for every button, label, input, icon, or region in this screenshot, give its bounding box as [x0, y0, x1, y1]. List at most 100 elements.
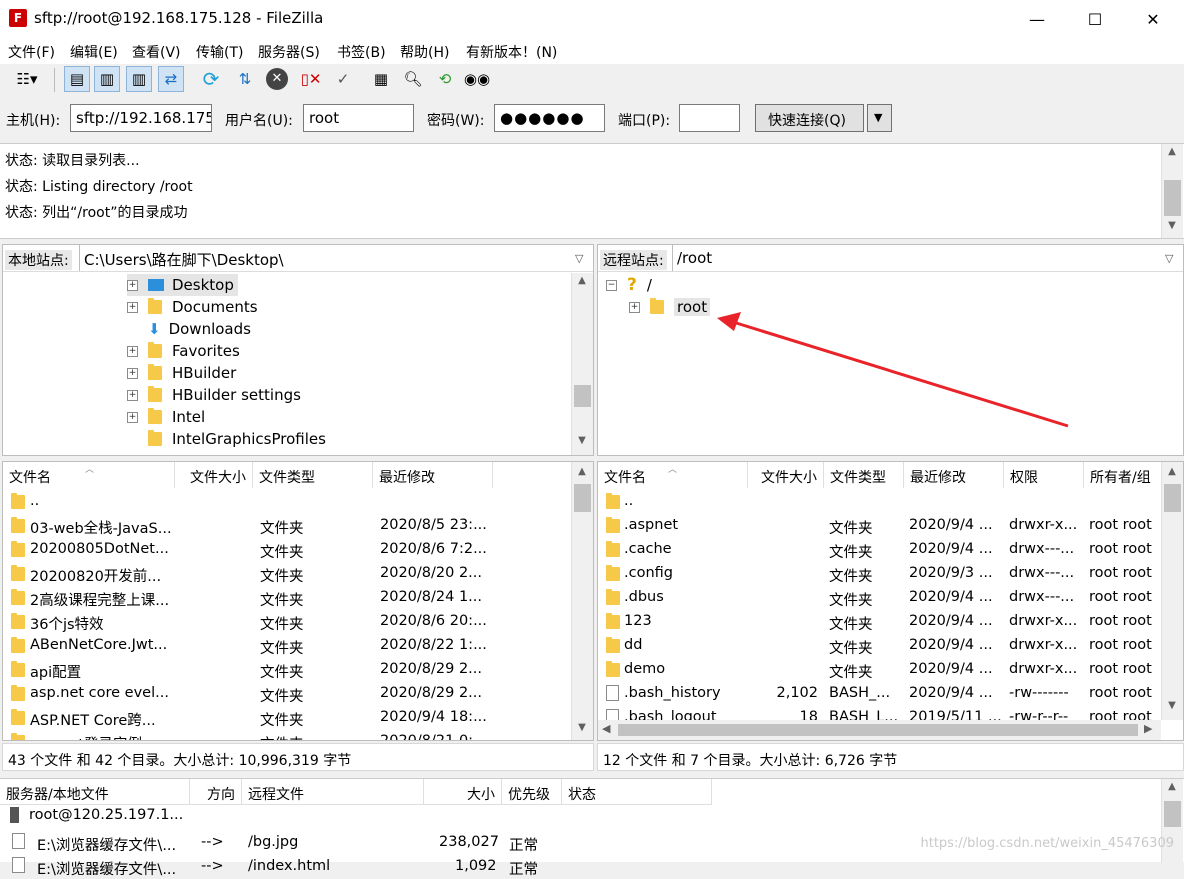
- local-list-scrollbar[interactable]: ▲ ▼: [571, 462, 593, 740]
- table-row[interactable]: api配置 文件夹 2020/8/29 2...: [3, 658, 569, 682]
- menu-view[interactable]: 查看(V): [132, 42, 181, 62]
- remote-list-scrollbar[interactable]: ▲ ▼: [1161, 462, 1183, 720]
- toggle-local-tree-icon[interactable]: ▥: [94, 66, 120, 92]
- scroll-up-icon[interactable]: ▲: [1162, 146, 1182, 164]
- remote-path-dropdown-icon[interactable]: ▽: [1165, 252, 1173, 265]
- table-row[interactable]: 20200820开发前... 文件夹 2020/8/20 2...: [3, 562, 569, 586]
- table-row[interactable]: 2高级课程完整上课... 文件夹 2020/8/24 1...: [3, 586, 569, 610]
- tree-item-root-dir[interactable]: −? /: [606, 274, 652, 296]
- refresh-icon[interactable]: ⟳: [198, 66, 224, 92]
- table-row[interactable]: dd 文件夹 2020/9/4 ... drwxr-x... root root: [598, 634, 1160, 658]
- col-header-priority[interactable]: 优先级: [502, 779, 562, 805]
- col-header-type[interactable]: 文件类型: [253, 462, 373, 488]
- scroll-down-icon[interactable]: ▼: [1162, 220, 1182, 238]
- col-header-type[interactable]: 文件类型: [824, 462, 904, 488]
- toggle-log-icon[interactable]: ▤: [64, 66, 90, 92]
- tree-item-intel[interactable]: + Intel: [127, 406, 205, 428]
- table-row[interactable]: .config 文件夹 2020/9/3 ... drwx---... root roo…: [598, 562, 1160, 586]
- site-manager-icon[interactable]: ☷▾: [6, 66, 48, 92]
- process-queue-icon[interactable]: ⇅: [232, 66, 258, 92]
- col-header-size[interactable]: 文件大小: [175, 462, 253, 488]
- table-row[interactable]: asp.net登录实例 文件夹 2020/8/21 0:...: [3, 730, 569, 740]
- log-scrollbar[interactable]: ▲ ▼: [1161, 144, 1183, 238]
- col-header-queue-size[interactable]: 大小: [424, 779, 502, 805]
- menu-help[interactable]: 帮助(H): [400, 42, 449, 62]
- tree-item-root[interactable]: + root: [629, 296, 711, 318]
- col-header-permissions[interactable]: 权限: [1004, 462, 1084, 488]
- scroll-up-icon[interactable]: ▲: [1162, 781, 1182, 799]
- scroll-down-icon[interactable]: ▼: [572, 435, 592, 453]
- port-input[interactable]: [679, 104, 740, 132]
- scroll-right-icon[interactable]: ▶: [1144, 722, 1152, 735]
- scroll-down-icon[interactable]: ▼: [572, 722, 592, 740]
- binoculars-icon[interactable]: ◉◉: [464, 66, 490, 92]
- toggle-queue-icon[interactable]: ⇄: [158, 66, 184, 92]
- disconnect-icon[interactable]: ▯✕: [298, 66, 324, 92]
- col-header-modified[interactable]: 最近修改: [373, 462, 493, 488]
- col-header-server-local[interactable]: 服务器/本地文件: [0, 779, 190, 805]
- table-row[interactable]: 20200805DotNet... 文件夹 2020/8/6 7:2...: [3, 538, 569, 562]
- menu-file[interactable]: 文件(F): [8, 42, 55, 62]
- table-row[interactable]: 36个js特效 文件夹 2020/8/6 20:...: [3, 610, 569, 634]
- remote-path-input[interactable]: /root: [672, 245, 1183, 271]
- menu-edit[interactable]: 编辑(E): [70, 42, 118, 62]
- local-tree-scrollbar[interactable]: ▲ ▼: [571, 273, 593, 455]
- tree-item-intelgraphicsprofiles[interactable]: IntelGraphicsProfiles: [148, 428, 326, 450]
- table-row[interactable]: demo 文件夹 2020/9/4 ... drwxr-x... root root: [598, 658, 1160, 682]
- tree-item-favorites[interactable]: + Favorites: [127, 340, 240, 362]
- minimize-button[interactable]: —: [1008, 0, 1066, 38]
- col-header-direction[interactable]: 方向: [190, 779, 242, 805]
- tree-item-downloads[interactable]: ⬇ Downloads: [148, 318, 251, 340]
- tree-item-documents[interactable]: + Documents: [127, 296, 258, 318]
- host-input[interactable]: sftp://192.168.175: [70, 104, 212, 132]
- scroll-up-icon[interactable]: ▲: [1162, 466, 1182, 484]
- table-row[interactable]: .cache 文件夹 2020/9/4 ... drwx---... root root: [598, 538, 1160, 562]
- col-header-modified[interactable]: 最近修改: [904, 462, 1004, 488]
- table-row[interactable]: 123 文件夹 2020/9/4 ... drwxr-x... root root: [598, 610, 1160, 634]
- table-row[interactable]: asp.net core evel... 文件夹 2020/8/29 2...: [3, 682, 569, 706]
- menu-bookmarks[interactable]: 书签(B): [337, 42, 386, 62]
- col-header-owner[interactable]: 所有者/组: [1084, 462, 1164, 488]
- menu-transfer[interactable]: 传输(T): [196, 42, 243, 62]
- scroll-thumb[interactable]: [1164, 484, 1181, 512]
- menu-new-version[interactable]: 有新版本！(N): [466, 42, 557, 62]
- cancel-icon[interactable]: ✕: [264, 66, 290, 92]
- quickconnect-dropdown-icon[interactable]: ▼: [867, 104, 892, 132]
- menu-server[interactable]: 服务器(S): [258, 42, 320, 62]
- local-path-dropdown-icon[interactable]: ▽: [575, 252, 583, 265]
- scroll-thumb[interactable]: [1164, 801, 1181, 827]
- queue-row[interactable]: E:\浏览器缓存文件\... --> /index.html 1,092 正常: [0, 855, 1160, 879]
- scroll-left-icon[interactable]: ◀: [602, 722, 610, 735]
- table-row[interactable]: ASP.NET Core跨... 文件夹 2020/9/4 18:...: [3, 706, 569, 730]
- col-header-status[interactable]: 状态: [562, 779, 712, 805]
- col-header-size[interactable]: 文件大小: [748, 462, 824, 488]
- directory-listing-filter-icon[interactable]: ▦: [368, 66, 394, 92]
- tree-item-hbuilder[interactable]: + HBuilder: [127, 362, 236, 384]
- tree-item-hbuilder-settings[interactable]: + HBuilder settings: [127, 384, 301, 406]
- table-row[interactable]: .bash_history 2,102 BASH_... 2020/9/4 ... -r…: [598, 682, 1160, 706]
- table-row[interactable]: .dbus 文件夹 2020/9/4 ... drwx---... root root: [598, 586, 1160, 610]
- remote-hscrollbar[interactable]: ◀ ▶: [598, 720, 1161, 740]
- scroll-up-icon[interactable]: ▲: [572, 466, 592, 484]
- queue-server-row[interactable]: root@120.25.197.1...: [10, 807, 183, 823]
- username-input[interactable]: root: [303, 104, 414, 132]
- maximize-button[interactable]: ☐: [1066, 0, 1124, 38]
- password-input[interactable]: ●●●●●●: [494, 104, 605, 132]
- local-path-input[interactable]: C:\Users\路在脚下\Desktop\: [79, 245, 593, 271]
- sync-browse-icon[interactable]: ⟲: [432, 66, 458, 92]
- scroll-up-icon[interactable]: ▲: [572, 275, 592, 293]
- table-row[interactable]: ..: [598, 490, 1160, 514]
- search-icon[interactable]: 🔍︎: [400, 66, 426, 92]
- toggle-remote-tree-icon[interactable]: ▥: [126, 66, 152, 92]
- scroll-down-icon[interactable]: ▼: [1162, 700, 1182, 718]
- table-row[interactable]: 03-web全栈-JavaS... 文件夹 2020/8/5 23:...: [3, 514, 569, 538]
- scroll-thumb[interactable]: [574, 385, 591, 407]
- tree-item-desktop[interactable]: + Desktop: [127, 274, 238, 296]
- scroll-thumb[interactable]: [1164, 180, 1181, 216]
- table-row[interactable]: .aspnet 文件夹 2020/9/4 ... drwxr-x... root roo…: [598, 514, 1160, 538]
- quickconnect-button[interactable]: 快速连接(Q): [755, 104, 864, 132]
- table-row[interactable]: ABenNetCore.Jwt... 文件夹 2020/8/22 1:...: [3, 634, 569, 658]
- scroll-thumb[interactable]: [618, 724, 1138, 736]
- close-button[interactable]: ✕: [1124, 0, 1182, 38]
- scroll-thumb[interactable]: [574, 484, 591, 512]
